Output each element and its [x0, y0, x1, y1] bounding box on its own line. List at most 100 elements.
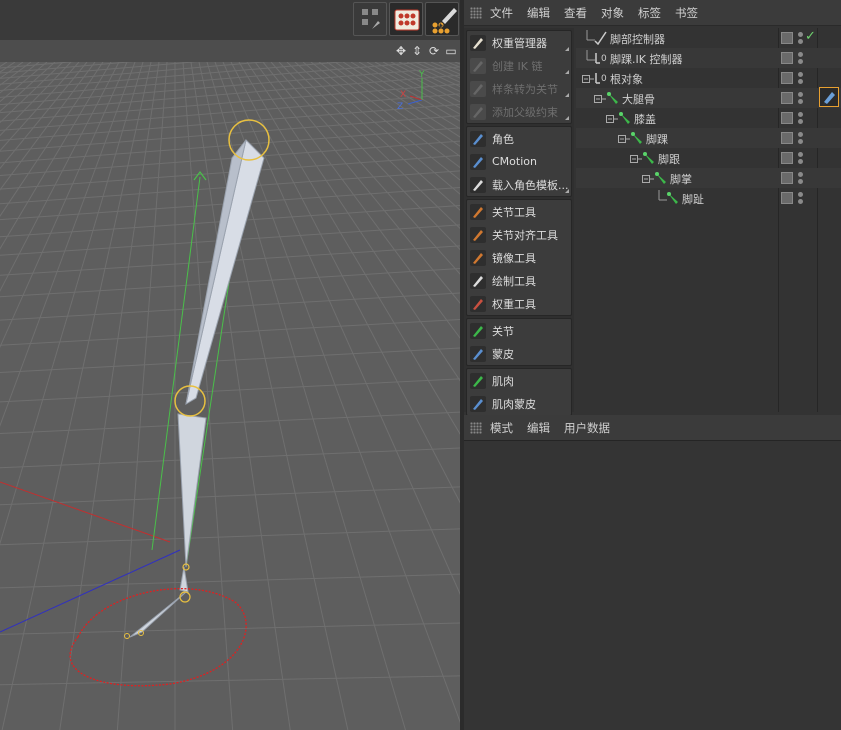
joint-icon — [630, 131, 644, 145]
object-row[interactable]: 膝盖 — [576, 108, 841, 128]
character-button[interactable]: 角色 — [467, 127, 571, 150]
layer-toggle[interactable] — [781, 152, 793, 164]
object-name: 根对象 — [610, 73, 643, 86]
editor-visibility-dot[interactable] — [798, 112, 803, 117]
collapse-toggle-icon[interactable] — [594, 92, 606, 107]
menu-file[interactable]: 文件 — [490, 5, 513, 21]
object-row[interactable]: 大腿骨 — [576, 88, 841, 108]
menu-object[interactable]: 对象 — [601, 5, 624, 21]
weight-manager-button[interactable]: 权重管理器 — [467, 31, 571, 54]
muscle-skin-icon — [470, 395, 486, 412]
object-row[interactable]: 脚跟 — [576, 148, 841, 168]
render-visibility-dot[interactable] — [798, 139, 803, 144]
grip-icon[interactable] — [470, 6, 482, 19]
parent-constraint-button: 添加父级约束 — [467, 100, 571, 123]
layer-toggle[interactable] — [781, 92, 793, 104]
viewport-header — [0, 40, 460, 62]
object-name: 脚部控制器 — [610, 33, 665, 46]
menu-bookmarks[interactable]: 书签 — [675, 5, 698, 21]
cmotion-button[interactable]: CMotion — [467, 150, 571, 173]
joint-button[interactable]: 关节 — [467, 319, 571, 342]
editor-visibility-dot[interactable] — [798, 152, 803, 157]
render-visibility-dot[interactable] — [798, 179, 803, 184]
palette-button-label: 关节对齐工具 — [492, 228, 558, 242]
object-row[interactable]: 脚踝 — [576, 128, 841, 148]
load-template-button[interactable]: 载入角色模板... — [467, 173, 571, 196]
layer-toggle[interactable] — [781, 52, 793, 64]
maximize-icon[interactable]: ▭ — [444, 44, 458, 58]
muscle-skin-button[interactable]: 肌肉蒙皮 — [467, 392, 571, 415]
layer-toggle[interactable] — [781, 132, 793, 144]
paint-icon[interactable] — [425, 2, 459, 36]
render-visibility-dot[interactable] — [798, 59, 803, 64]
move-icon[interactable]: ✥ — [394, 44, 408, 58]
rotate-icon[interactable]: ⟳ — [427, 44, 441, 58]
menu-mode[interactable]: 模式 — [490, 420, 513, 436]
editor-visibility-dot[interactable] — [798, 72, 803, 77]
collapse-toggle-icon[interactable] — [606, 112, 618, 127]
menu-edit[interactable]: 编辑 — [527, 5, 550, 21]
weight-tool-button[interactable]: 权重工具 — [467, 292, 571, 315]
editor-visibility-dot[interactable] — [798, 192, 803, 197]
collapse-toggle-icon[interactable] — [582, 72, 594, 87]
snap-icon[interactable] — [353, 2, 387, 36]
layer-toggle[interactable] — [781, 192, 793, 204]
menu-attr-edit[interactable]: 编辑 — [527, 420, 550, 436]
spline-to-joint-icon — [470, 80, 486, 97]
axis-y-label: Y — [418, 70, 425, 80]
editor-visibility-dot[interactable] — [798, 172, 803, 177]
3d-viewport[interactable]: ✥ ⇕ ⟳ ▭ Y X Z — [0, 0, 460, 730]
render-visibility-dot[interactable] — [798, 199, 803, 204]
object-row[interactable]: 0 根对象 — [576, 68, 841, 88]
joint-tool-button[interactable]: 关节工具 — [467, 200, 571, 223]
parent-constraint-icon — [470, 103, 486, 120]
submenu-triangle-icon — [565, 93, 569, 97]
render-visibility-dot[interactable] — [798, 79, 803, 84]
joint-tag-icon[interactable] — [819, 87, 839, 107]
render-visibility-dot[interactable] — [798, 119, 803, 124]
skin-button[interactable]: 蒙皮 — [467, 342, 571, 365]
palette-button-label: 镜像工具 — [492, 251, 536, 265]
render-visibility-dot[interactable] — [798, 39, 803, 44]
menu-view[interactable]: 查看 — [564, 5, 587, 21]
editor-visibility-dot[interactable] — [798, 92, 803, 97]
layer-toggle[interactable] — [781, 32, 793, 44]
joint-align-button[interactable]: 关节对齐工具 — [467, 223, 571, 246]
layer-toggle[interactable] — [781, 172, 793, 184]
shin-bone[interactable] — [177, 413, 207, 568]
pan-icon[interactable]: ⇕ — [410, 44, 424, 58]
collapse-toggle-icon[interactable] — [642, 172, 654, 187]
render-visibility-dot[interactable] — [798, 159, 803, 164]
viewport-toolbar — [0, 0, 460, 40]
object-row[interactable]: 脚掌 — [576, 168, 841, 188]
menu-user-data[interactable]: 用户数据 — [564, 420, 610, 436]
null-icon: 0 — [594, 51, 608, 65]
weight-manager-icon[interactable] — [389, 2, 423, 36]
paint-tool-button[interactable]: 绘制工具 — [467, 269, 571, 292]
load-template-icon — [470, 176, 486, 193]
menu-tags[interactable]: 标签 — [638, 5, 661, 21]
svg-text:0: 0 — [601, 74, 607, 84]
object-row[interactable]: 脚部控制器 ✓ — [576, 28, 841, 48]
floor-grid — [0, 62, 460, 730]
muscle-button[interactable]: 肌肉 — [467, 369, 571, 392]
editor-visibility-dot[interactable] — [798, 132, 803, 137]
toe-joint-handle[interactable] — [124, 633, 130, 639]
collapse-toggle-icon[interactable] — [618, 132, 630, 147]
editor-visibility-dot[interactable] — [798, 32, 803, 37]
object-row[interactable]: 0 脚踝.IK 控制器 — [576, 48, 841, 68]
enabled-check-icon[interactable]: ✓ — [805, 29, 816, 44]
layer-toggle[interactable] — [781, 112, 793, 124]
mirror-tool-button[interactable]: 镜像工具 — [467, 246, 571, 269]
editor-visibility-dot[interactable] — [798, 52, 803, 57]
viewport-scene[interactable]: Y X Z — [0, 62, 460, 730]
foot-controller-spline[interactable] — [69, 588, 247, 687]
grip-icon[interactable] — [470, 421, 482, 434]
attribute-manager — [464, 440, 841, 730]
render-visibility-dot[interactable] — [798, 99, 803, 104]
object-manager: 脚部控制器 ✓ 0 脚踝.IK 控制器 0 根对象 大腿骨 膝盖 脚踝 脚跟 脚掌 脚趾 — [576, 28, 841, 412]
object-row[interactable]: 脚趾 — [576, 188, 841, 208]
layer-toggle[interactable] — [781, 72, 793, 84]
ik-chain-button: 创建 IK 链 — [467, 54, 571, 77]
collapse-toggle-icon[interactable] — [630, 152, 642, 167]
